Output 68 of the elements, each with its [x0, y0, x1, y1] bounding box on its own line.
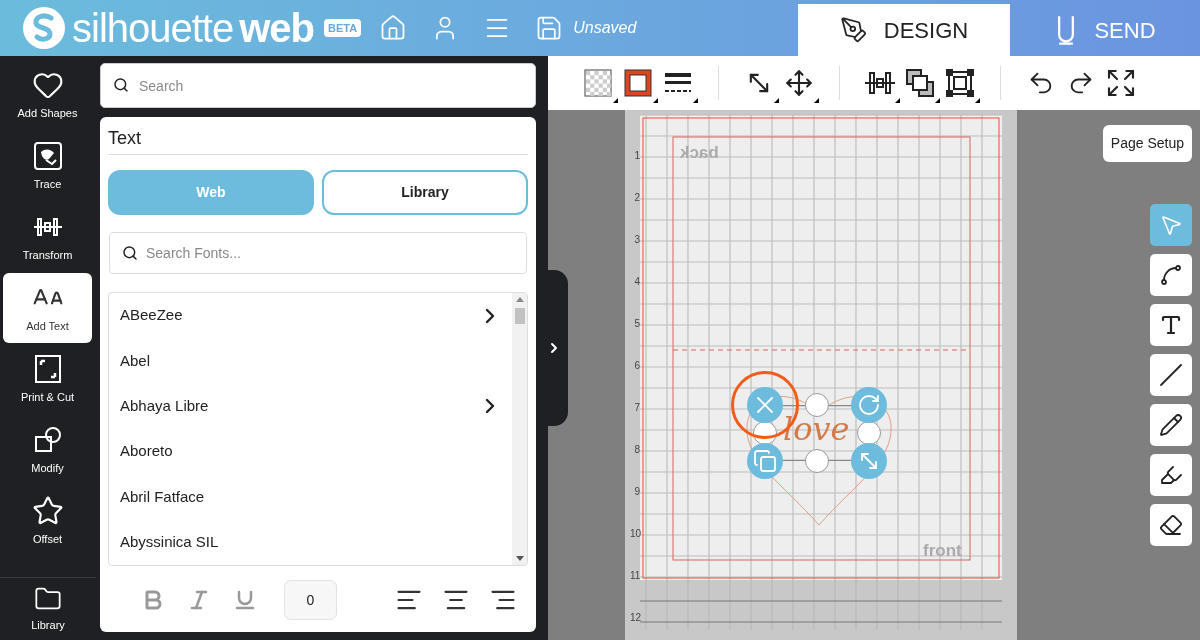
- logo-icon: [22, 6, 66, 50]
- sidebar-item[interactable]: Offset: [3, 486, 92, 556]
- mode-tab[interactable]: DESIGN: [798, 4, 1010, 56]
- move-icon: [785, 69, 813, 97]
- sidebar-item[interactable]: Transform: [3, 202, 92, 272]
- ruler-number: 5: [633, 317, 640, 331]
- pointer-icon: [1159, 213, 1183, 237]
- pencil-icon: [1159, 413, 1183, 437]
- sidebar-item[interactable]: Trace: [3, 131, 92, 201]
- search-field[interactable]: Search: [100, 63, 536, 108]
- ruler-number: 6: [633, 359, 640, 373]
- logo-wordmark: silhouette: [72, 8, 234, 48]
- ruler-number: 1: [633, 149, 640, 163]
- eraser-icon: [1159, 513, 1183, 537]
- font-item[interactable]: Abyssinica SIL: [109, 519, 512, 565]
- checkerboard-icon: [584, 69, 612, 97]
- drawing-tool-button[interactable]: [1150, 504, 1192, 546]
- ruler-number: 2: [633, 191, 640, 205]
- file-status: Unsaved: [573, 18, 637, 38]
- front-label: front: [923, 540, 962, 562]
- logo-wordmark: web: [239, 8, 315, 48]
- group-icon: [944, 67, 976, 99]
- outline-square-icon: [624, 69, 652, 97]
- design-text: love: [783, 413, 850, 445]
- pen-icon: [839, 16, 868, 44]
- spacing-field[interactable]: 0: [284, 580, 337, 620]
- ruler-number: 7: [633, 401, 640, 415]
- sidebar-item[interactable]: Modify: [3, 415, 92, 485]
- sidebar-item[interactable]: Add Text: [3, 273, 92, 343]
- drawing-tool-button[interactable]: [1150, 354, 1192, 396]
- drawing-tool-button[interactable]: [1150, 304, 1192, 346]
- search-icon: [122, 245, 138, 261]
- ruler-number: 8: [633, 443, 640, 457]
- ruler-number: 4: [633, 275, 640, 289]
- font-item[interactable]: Abril Fatface: [109, 474, 512, 520]
- text-tool-icon: [1159, 313, 1183, 337]
- curve-point-icon: [1159, 263, 1183, 287]
- page-setup-button[interactable]: Page Setup: [1102, 125, 1192, 162]
- drawing-tool-button[interactable]: [1150, 404, 1192, 446]
- underline-icon: [233, 588, 257, 612]
- rotate-icon: [857, 393, 881, 417]
- ruler-number: 11: [630, 569, 640, 583]
- drawing-tool-button[interactable]: [1150, 254, 1192, 296]
- trace-icon: [31, 139, 64, 172]
- ruler-number: 10: [630, 527, 640, 541]
- drawing-tool-button[interactable]: [1150, 454, 1192, 496]
- font-item[interactable]: Aboreto: [109, 429, 512, 475]
- font-item[interactable]: Abel: [109, 338, 512, 384]
- ruler-number: 3: [633, 233, 640, 247]
- star-icon: [31, 494, 64, 527]
- back-label: back: [680, 142, 719, 164]
- marker-icon: [1159, 463, 1183, 487]
- copy-icon: [753, 449, 777, 473]
- sidebar-item[interactable]: Add Shapes: [3, 60, 92, 130]
- ruler-number: 12: [630, 611, 640, 625]
- beta-badge: BETA: [324, 18, 362, 38]
- ruler-number: 9: [633, 485, 640, 499]
- panel-title: Text: [108, 125, 528, 155]
- sidebar-item[interactable]: Print & Cut: [3, 344, 92, 414]
- layers-icon: [904, 67, 936, 99]
- expand-icon: [1105, 67, 1137, 99]
- font-item[interactable]: Abhaya Libre: [109, 383, 512, 429]
- source-toggle[interactable]: Library: [322, 170, 528, 215]
- font-search-field[interactable]: Search Fonts...: [109, 232, 527, 274]
- font-item[interactable]: ABeeZee: [109, 293, 512, 339]
- sidebar-item[interactable]: Library: [0, 578, 96, 640]
- line-icon: [1159, 363, 1183, 387]
- search-icon: [113, 77, 129, 93]
